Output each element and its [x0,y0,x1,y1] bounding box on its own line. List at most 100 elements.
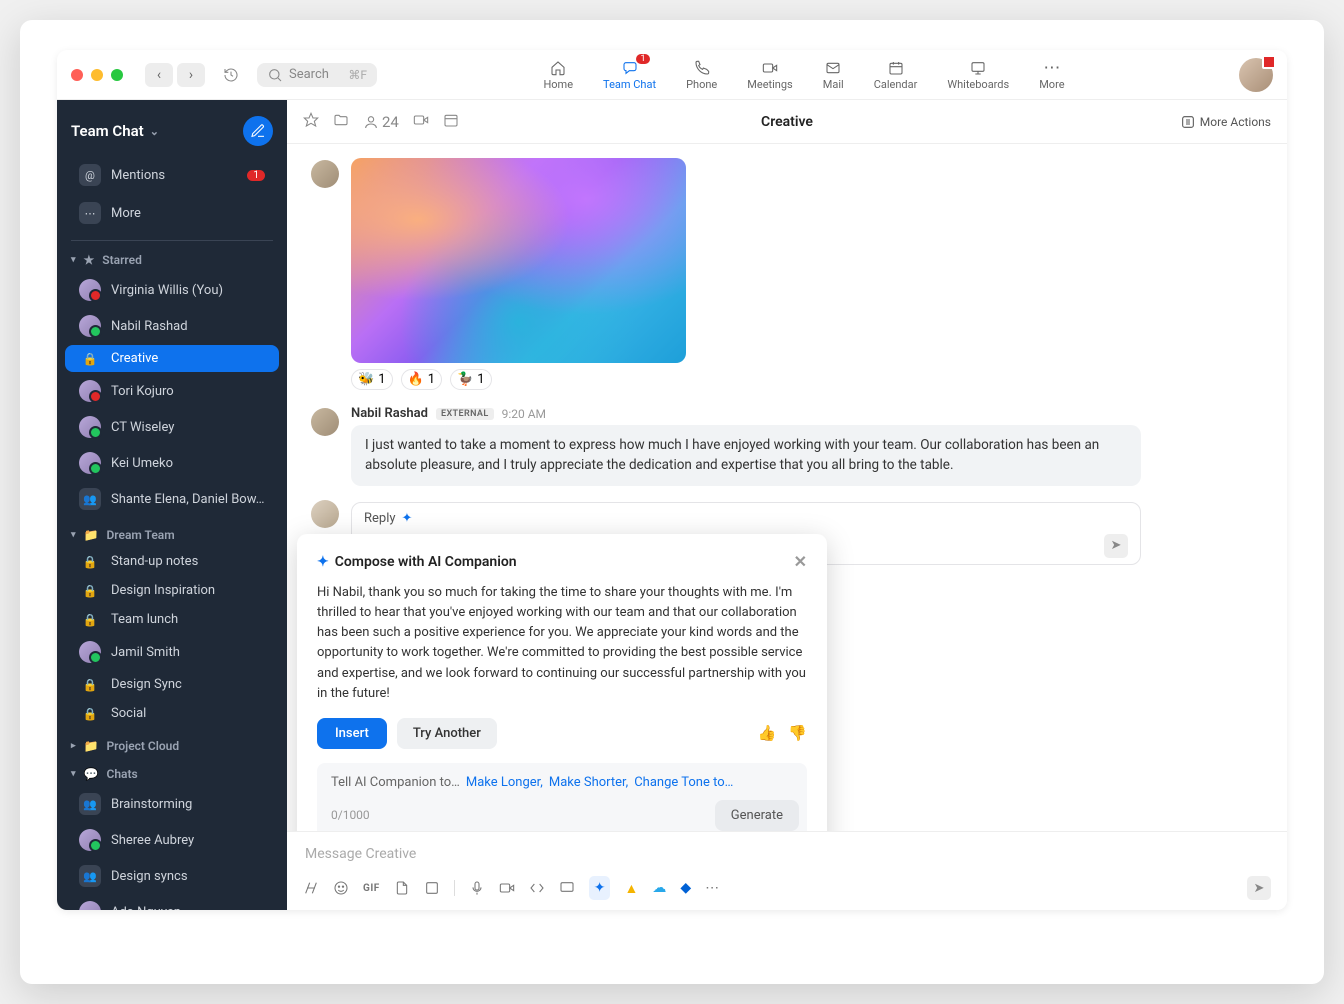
tab-team-chat[interactable]: Team Chat 1 [603,58,656,91]
profile-avatar[interactable] [1239,58,1273,92]
sidebar-item-label: Virginia Willis (You) [111,283,265,298]
sidebar-title[interactable]: Team Chat ⌄ [71,122,235,140]
new-message-button[interactable] [243,116,273,146]
section-head[interactable]: ▾💬Chats [57,757,287,785]
ai-prompt-label: Tell AI Companion to… [331,775,460,790]
image-attachment[interactable] [351,158,686,363]
emoji-icon[interactable] [333,880,349,896]
avatar [79,452,101,474]
sidebar-item-label: Ada Nguyen [111,905,265,911]
sidebar-item[interactable]: 👥Design syncs [65,859,279,893]
thumbs-up-icon[interactable]: 👍 [758,724,777,742]
section-icon: ★ [84,253,95,267]
sender-avatar[interactable] [311,408,339,436]
insert-button[interactable]: Insert [317,718,387,749]
sidebar-more[interactable]: ⋯ More [65,196,279,230]
folder-move-icon[interactable] [333,112,349,132]
tab-more[interactable]: ⋯ More [1039,58,1064,91]
history-button[interactable] [217,63,245,87]
sidebar-mentions[interactable]: @ Mentions 1 [65,158,279,192]
ai-compose-icon[interactable]: ✦ [589,876,611,900]
tab-mail[interactable]: Mail [823,58,844,91]
nav-forward-button[interactable]: › [177,63,205,87]
sidebar-item-label: Creative [111,351,265,366]
close-window-button[interactable] [71,69,83,81]
reaction[interactable]: 🔥1 [401,369,443,390]
sidebar-item[interactable]: 🔒Social [65,700,279,727]
chat-icon [622,58,638,78]
minimize-window-button[interactable] [91,69,103,81]
sidebar-item[interactable]: 🔒Team lunch [65,606,279,633]
sidebar-item[interactable]: Ada Nguyen [65,895,279,910]
reaction[interactable]: 🦆1 [450,369,492,390]
section-name: Dream Team [106,528,174,542]
section-head[interactable]: ▾★Starred [57,243,287,271]
reaction-count: 1 [428,372,435,387]
sidebar-item[interactable]: CT Wiseley [65,410,279,444]
maximize-window-button[interactable] [111,69,123,81]
star-icon[interactable] [303,112,319,132]
tab-phone[interactable]: Phone [686,58,717,91]
tab-meetings[interactable]: Meetings [747,58,792,91]
sidebar-item[interactable]: 👥Brainstorming [65,787,279,821]
section-name: Project Cloud [106,739,179,753]
mentions-badge: 1 [247,170,265,181]
sidebar-item[interactable]: Virginia Willis (You) [65,273,279,307]
lock-icon: 🔒 [79,707,101,721]
sidebar-item[interactable]: 🔒Design Sync [65,671,279,698]
ai-link-shorter[interactable]: Make Shorter, [549,775,628,790]
onedrive-icon[interactable]: ☁ [652,880,666,896]
send-button[interactable]: ➤ [1104,534,1128,558]
caret-icon: ▸ [71,741,76,751]
top-nav-tabs: Home Team Chat 1 Phone Meetings Mail Cal… [389,58,1219,91]
screenshot-icon[interactable] [424,880,440,896]
more-apps-icon[interactable]: ⋯ [705,880,719,896]
section-head[interactable]: ▸📁Project Cloud [57,729,287,757]
audio-icon[interactable] [469,880,485,896]
try-another-button[interactable]: Try Another [397,718,497,749]
self-avatar[interactable] [311,500,339,528]
generate-button[interactable]: Generate [715,800,799,831]
sender-avatar[interactable] [311,160,339,188]
reaction[interactable]: 🐝1 [351,369,393,390]
sidebar-item[interactable]: Kei Umeko [65,446,279,480]
sidebar-item[interactable]: 👥Shante Elena, Daniel Bow… [65,482,279,516]
video-record-icon[interactable] [499,880,515,896]
tab-home[interactable]: Home [543,58,573,91]
tab-whiteboards[interactable]: Whiteboards [947,58,1009,91]
sidebar-item-label: Team lunch [111,612,265,627]
ai-link-longer[interactable]: Make Longer, [466,775,543,790]
file-icon[interactable] [394,880,410,896]
composer-input[interactable]: Message Creative [303,842,1271,876]
composer: Message Creative GIF ✦ ▲ ☁ ◆ ⋯ ➤ [287,831,1287,910]
sidebar-item[interactable]: Tori Kojuro [65,374,279,408]
search-input[interactable]: Search ⌘F [257,63,377,87]
sidebar-item[interactable]: Sheree Aubrey [65,823,279,857]
sidebar-item[interactable]: 🔒Design Inspiration [65,577,279,604]
start-video-button[interactable] [413,112,429,132]
sidebar-item[interactable]: Jamil Smith [65,635,279,669]
google-drive-icon[interactable]: ▲ [624,880,638,897]
more-actions-button[interactable]: More Actions [1180,114,1271,130]
composer-toolbar: GIF ✦ ▲ ☁ ◆ ⋯ ➤ [303,876,1271,900]
thumbs-down-icon[interactable]: 👎 [788,724,807,742]
tab-calendar[interactable]: Calendar [874,58,918,91]
section-head[interactable]: ▾📁Dream Team [57,518,287,546]
send-button[interactable]: ➤ [1247,876,1271,900]
chevron-down-icon: ⌄ [150,125,159,138]
close-icon[interactable]: ✕ [794,552,807,571]
search-placeholder: Search [289,67,329,82]
ai-link-tone[interactable]: Change Tone to… [634,775,733,790]
members-button[interactable]: 24 [363,113,399,131]
calendar-button[interactable] [443,112,459,132]
code-icon[interactable] [529,880,545,896]
screen-icon[interactable] [559,880,575,896]
sidebar-item[interactable]: 🔒Stand-up notes [65,548,279,575]
box-icon[interactable]: ◆ [680,880,691,896]
nav-back-button[interactable]: ‹ [145,63,173,87]
sidebar-item[interactable]: 🔒Creative [65,345,279,372]
gif-icon[interactable]: GIF [363,883,380,894]
external-badge: EXTERNAL [436,408,494,420]
format-icon[interactable] [303,880,319,896]
sidebar-item[interactable]: Nabil Rashad [65,309,279,343]
